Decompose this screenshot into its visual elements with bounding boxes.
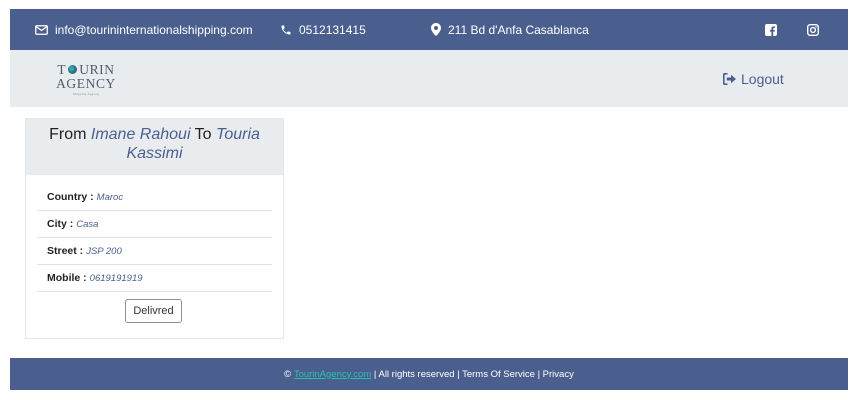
top-contact-bar: info@tourininternationalshipping.com 051… xyxy=(10,9,848,50)
navbar: T URIN AGENCY Shipping Agency Logout xyxy=(10,50,848,107)
city-row: City : Casa xyxy=(37,211,272,238)
logo-wordmark-bottom: AGENCY xyxy=(56,75,116,91)
email-contact[interactable]: info@tourininternationalshipping.com xyxy=(35,9,253,50)
address-text: 211 Bd d'Anfa Casablanca xyxy=(448,22,589,37)
sender-name: Imane Rahoui xyxy=(90,126,191,143)
brand-logo[interactable]: T URIN AGENCY Shipping Agency xyxy=(51,63,121,96)
mobile-value: 0619191919 xyxy=(89,272,143,284)
delivered-button[interactable]: Delivred xyxy=(125,299,182,323)
logout-link[interactable]: Logout xyxy=(723,50,784,107)
shipment-card: From Imane Rahoui To Touria Kassimi Coun… xyxy=(25,118,284,339)
sign-out-icon xyxy=(723,72,736,85)
map-marker-icon xyxy=(431,23,441,36)
card-header: From Imane Rahoui To Touria Kassimi xyxy=(26,119,283,175)
facebook-icon xyxy=(765,23,777,36)
instagram-link[interactable] xyxy=(807,9,819,50)
street-label: Street : xyxy=(47,245,84,257)
phone-text: 0512131415 xyxy=(299,22,366,37)
facebook-link[interactable] xyxy=(765,9,777,50)
country-row: Country : Maroc xyxy=(37,184,272,211)
city-label: City : xyxy=(47,218,74,230)
phone-contact[interactable]: 0512131415 xyxy=(280,9,366,50)
street-value: JSP 200 xyxy=(86,245,122,257)
from-word: From xyxy=(49,126,87,143)
address-contact: 211 Bd d'Anfa Casablanca xyxy=(431,9,589,50)
logout-label: Logout xyxy=(741,70,784,87)
phone-icon xyxy=(281,25,291,34)
envelope-icon xyxy=(35,24,48,35)
footer: © TourinAgency.com | All rights reserved… xyxy=(10,358,848,390)
instagram-icon xyxy=(807,23,819,36)
email-text: info@tourininternationalshipping.com xyxy=(55,22,253,37)
country-value: Maroc xyxy=(96,191,124,203)
city-value: Casa xyxy=(76,218,99,230)
logo-wordmark-top: T URIN xyxy=(57,62,115,77)
footer-site-link[interactable]: TourinAgency.com xyxy=(294,369,371,380)
logo-tagline: Shipping Agency xyxy=(72,92,100,96)
mobile-label: Mobile : xyxy=(47,272,87,284)
mobile-row: Mobile : 0619191919 xyxy=(37,265,272,292)
copyright-symbol: © xyxy=(284,368,292,380)
globe-icon xyxy=(68,65,78,75)
street-row: Street : JSP 200 xyxy=(37,238,272,265)
footer-rights-text: | All rights reserved | Terms Of Service… xyxy=(371,368,574,380)
country-label: Country : xyxy=(47,191,94,203)
to-word: To xyxy=(194,126,212,143)
